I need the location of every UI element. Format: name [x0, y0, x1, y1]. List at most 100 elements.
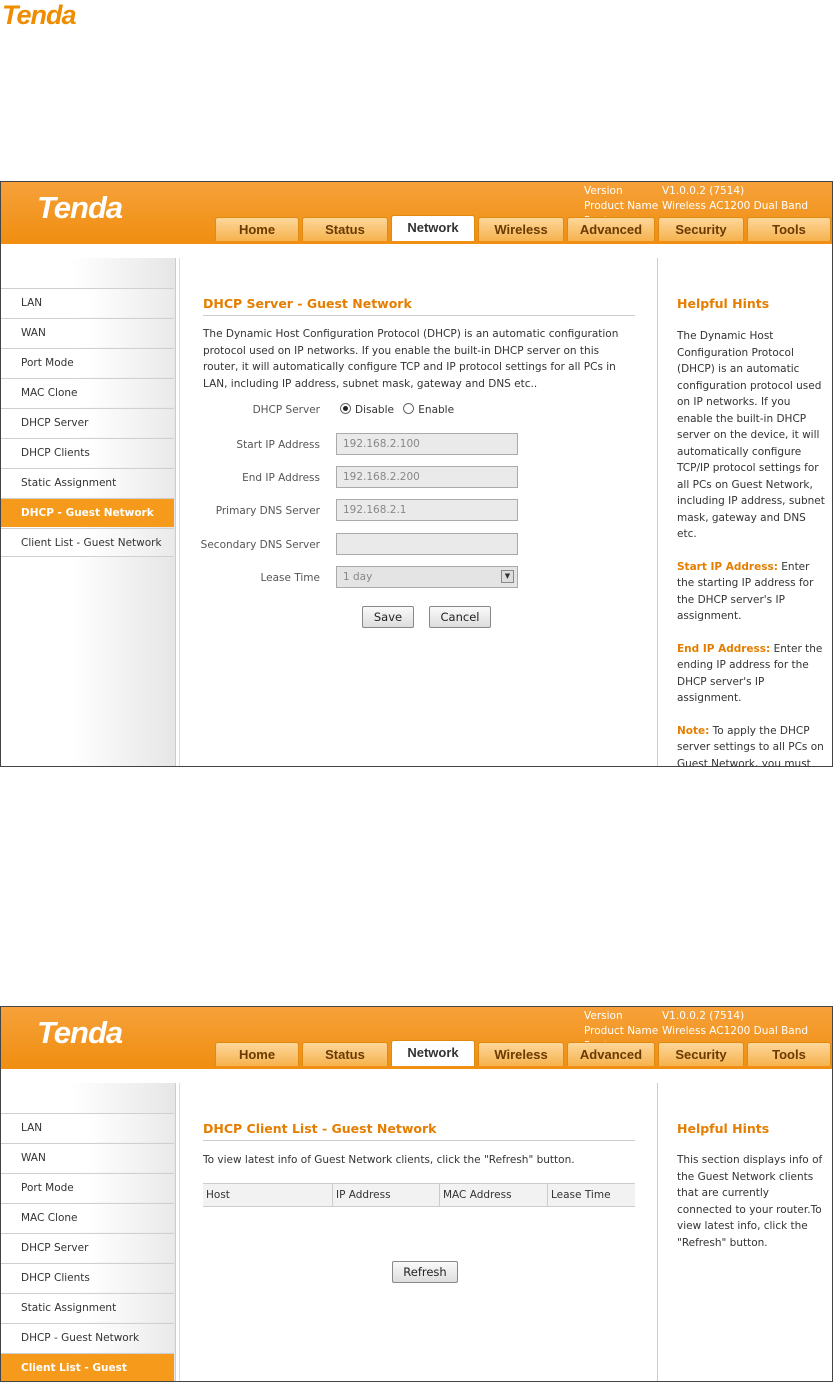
sidebar: LAN WAN Port Mode MAC Clone DHCP Server … — [1, 1083, 176, 1381]
column-mac-address: MAC Address — [440, 1184, 548, 1206]
lease-time-label: Lease Time — [260, 572, 320, 584]
tab-wireless[interactable]: Wireless — [478, 1042, 564, 1066]
sidebar-item-static-assignment[interactable]: Static Assignment — [1, 1293, 174, 1322]
start-ip-input[interactable]: 192.168.2.100 — [336, 433, 518, 455]
start-ip-label: Start IP Address — [236, 439, 320, 451]
hints-title: Helpful Hints — [677, 296, 770, 311]
tab-security[interactable]: Security — [658, 1042, 744, 1066]
screenshot-client-list: Tenda Version V1.0.0.2 (7514) Product Nam… — [0, 1006, 833, 1382]
page-description: The Dynamic Host Configuration Protocol … — [203, 328, 619, 390]
sidebar-item-port-mode[interactable]: Port Mode — [1, 1173, 174, 1202]
enable-label: Enable — [418, 404, 455, 416]
header: Tenda Version V1.0.0.2 (7514) Product Nam… — [1, 1007, 832, 1066]
sidebar-item-wan[interactable]: WAN — [1, 318, 174, 347]
tab-tools[interactable]: Tools — [747, 217, 831, 241]
lease-time-row: Lease Time 1 day ▼ — [180, 566, 657, 590]
sidebar-item-dhcp-clients[interactable]: DHCP Clients — [1, 438, 174, 467]
sidebar-item-dhcp-server[interactable]: DHCP Server — [1, 408, 174, 437]
version-label: Version — [584, 185, 623, 197]
tab-home[interactable]: Home — [215, 217, 299, 241]
disable-radio[interactable] — [340, 403, 351, 414]
sidebar-item-dhcp-server[interactable]: DHCP Server — [1, 1233, 174, 1262]
nav-underline — [1, 1066, 832, 1069]
enable-radio[interactable] — [403, 403, 415, 414]
refresh-button[interactable]: Refresh — [392, 1261, 458, 1283]
client-table-header: Host IP Address MAC Address Lease Time — [203, 1183, 635, 1207]
primary-dns-input[interactable]: 192.168.2.1 — [336, 499, 518, 521]
tab-network[interactable]: Network — [391, 1040, 475, 1066]
sidebar-item-mac-clone[interactable]: MAC Clone — [1, 1203, 174, 1232]
cancel-button[interactable]: Cancel — [429, 606, 491, 628]
page-title: DHCP Client List - Guest Network — [203, 1121, 635, 1141]
header: Tenda Version V1.0.0.2 (7514) Product Nam… — [1, 182, 832, 241]
sidebar-item-mac-clone[interactable]: MAC Clone — [1, 378, 174, 407]
sidebar-item-lan[interactable]: LAN — [1, 288, 174, 317]
dhcp-server-options: Disable Enable — [340, 403, 454, 416]
hint-start-key: Start IP Address: — [677, 560, 778, 573]
sidebar-item-lan[interactable]: LAN — [1, 1113, 174, 1142]
version-value: V1.0.0.2 (7514) — [662, 185, 745, 197]
hints-title: Helpful Hints — [677, 1121, 770, 1136]
chevron-down-icon[interactable]: ▼ — [501, 570, 514, 583]
main-panel: DHCP Client List - Guest Network To view… — [179, 1083, 657, 1381]
sidebar-item-port-mode[interactable]: Port Mode — [1, 348, 174, 377]
hints-body: This section displays info of the Guest … — [677, 1154, 823, 1249]
tab-security[interactable]: Security — [658, 217, 744, 241]
tab-status[interactable]: Status — [302, 1042, 388, 1066]
sidebar-item-client-list-guest-network[interactable]: Client List - Guest Network — [1, 528, 174, 557]
primary-dns-row: Primary DNS Server 192.168.2.1 — [180, 499, 657, 523]
hint-note-key: Note: — [677, 724, 710, 737]
brand-logo: Tenda — [37, 1015, 123, 1050]
sidebar-item-static-assignment[interactable]: Static Assignment — [1, 468, 174, 497]
sidebar-item-client-list-guest-network[interactable]: Client List - Guest Network — [1, 1353, 174, 1381]
hint-end-key: End IP Address: — [677, 642, 771, 655]
page-title: DHCP Server - Guest Network — [203, 296, 635, 316]
document-logo: Tenda — [2, 0, 77, 30]
end-ip-row: End IP Address 192.168.2.200 — [180, 466, 657, 490]
sidebar-item-dhcp-guest-network[interactable]: DHCP - Guest Network — [1, 498, 174, 527]
disable-label: Disable — [355, 404, 394, 416]
secondary-dns-row: Secondary DNS Server — [180, 533, 657, 557]
screenshot-dhcp-server: Tenda Version V1.0.0.2 (7514) Product Nam… — [0, 181, 833, 767]
hint-intro: The Dynamic Host Configuration Protocol … — [677, 330, 825, 540]
end-ip-label: End IP Address — [242, 472, 320, 484]
start-ip-row: Start IP Address 192.168.2.100 — [180, 433, 657, 457]
tab-wireless[interactable]: Wireless — [478, 217, 564, 241]
primary-dns-label: Primary DNS Server — [215, 505, 320, 517]
secondary-dns-label: Secondary DNS Server — [200, 539, 320, 551]
tab-network[interactable]: Network — [391, 215, 475, 241]
product-label: Product Name — [584, 1025, 659, 1037]
tab-advanced[interactable]: Advanced — [567, 1042, 655, 1066]
sidebar-item-dhcp-guest-network[interactable]: DHCP - Guest Network — [1, 1323, 174, 1352]
tab-tools[interactable]: Tools — [747, 1042, 831, 1066]
sidebar-item-wan[interactable]: WAN — [1, 1143, 174, 1172]
hint-end-ip: End IP Address: Enter the ending IP addr… — [677, 641, 827, 707]
page-description: To view latest info of Guest Network cli… — [203, 1154, 575, 1166]
lease-time-value: 1 day — [343, 571, 373, 583]
column-host: Host — [203, 1184, 333, 1206]
version-value: V1.0.0.2 (7514) — [662, 1010, 745, 1022]
brand-logo: Tenda — [37, 190, 123, 225]
sidebar: LAN WAN Port Mode MAC Clone DHCP Server … — [1, 258, 176, 766]
secondary-dns-input[interactable] — [336, 533, 518, 555]
hints-panel: Helpful Hints This section displays info… — [657, 1083, 832, 1381]
sidebar-item-dhcp-clients[interactable]: DHCP Clients — [1, 1263, 174, 1292]
column-ip-address: IP Address — [333, 1184, 440, 1206]
tab-advanced[interactable]: Advanced — [567, 217, 655, 241]
hints-body: The Dynamic Host Configuration Protocol … — [677, 328, 827, 767]
version-label: Version — [584, 1010, 623, 1022]
column-lease-time: Lease Time — [551, 1189, 611, 1201]
hint-note: Note: To apply the DHCP server settings … — [677, 723, 827, 767]
nav-underline — [1, 241, 832, 244]
hints-panel: Helpful Hints The Dynamic Host Configura… — [657, 258, 832, 766]
save-button[interactable]: Save — [362, 606, 414, 628]
dhcp-server-label: DHCP Server — [252, 404, 320, 416]
end-ip-input[interactable]: 192.168.2.200 — [336, 466, 518, 488]
product-label: Product Name — [584, 200, 659, 212]
hint-start-ip: Start IP Address: Enter the starting IP … — [677, 559, 827, 625]
lease-time-select[interactable]: 1 day ▼ — [336, 566, 518, 588]
dhcp-server-row: DHCP Server Disable Enable — [180, 401, 657, 419]
tab-status[interactable]: Status — [302, 217, 388, 241]
main-panel: DHCP Server - Guest Network The Dynamic … — [179, 258, 657, 766]
tab-home[interactable]: Home — [215, 1042, 299, 1066]
